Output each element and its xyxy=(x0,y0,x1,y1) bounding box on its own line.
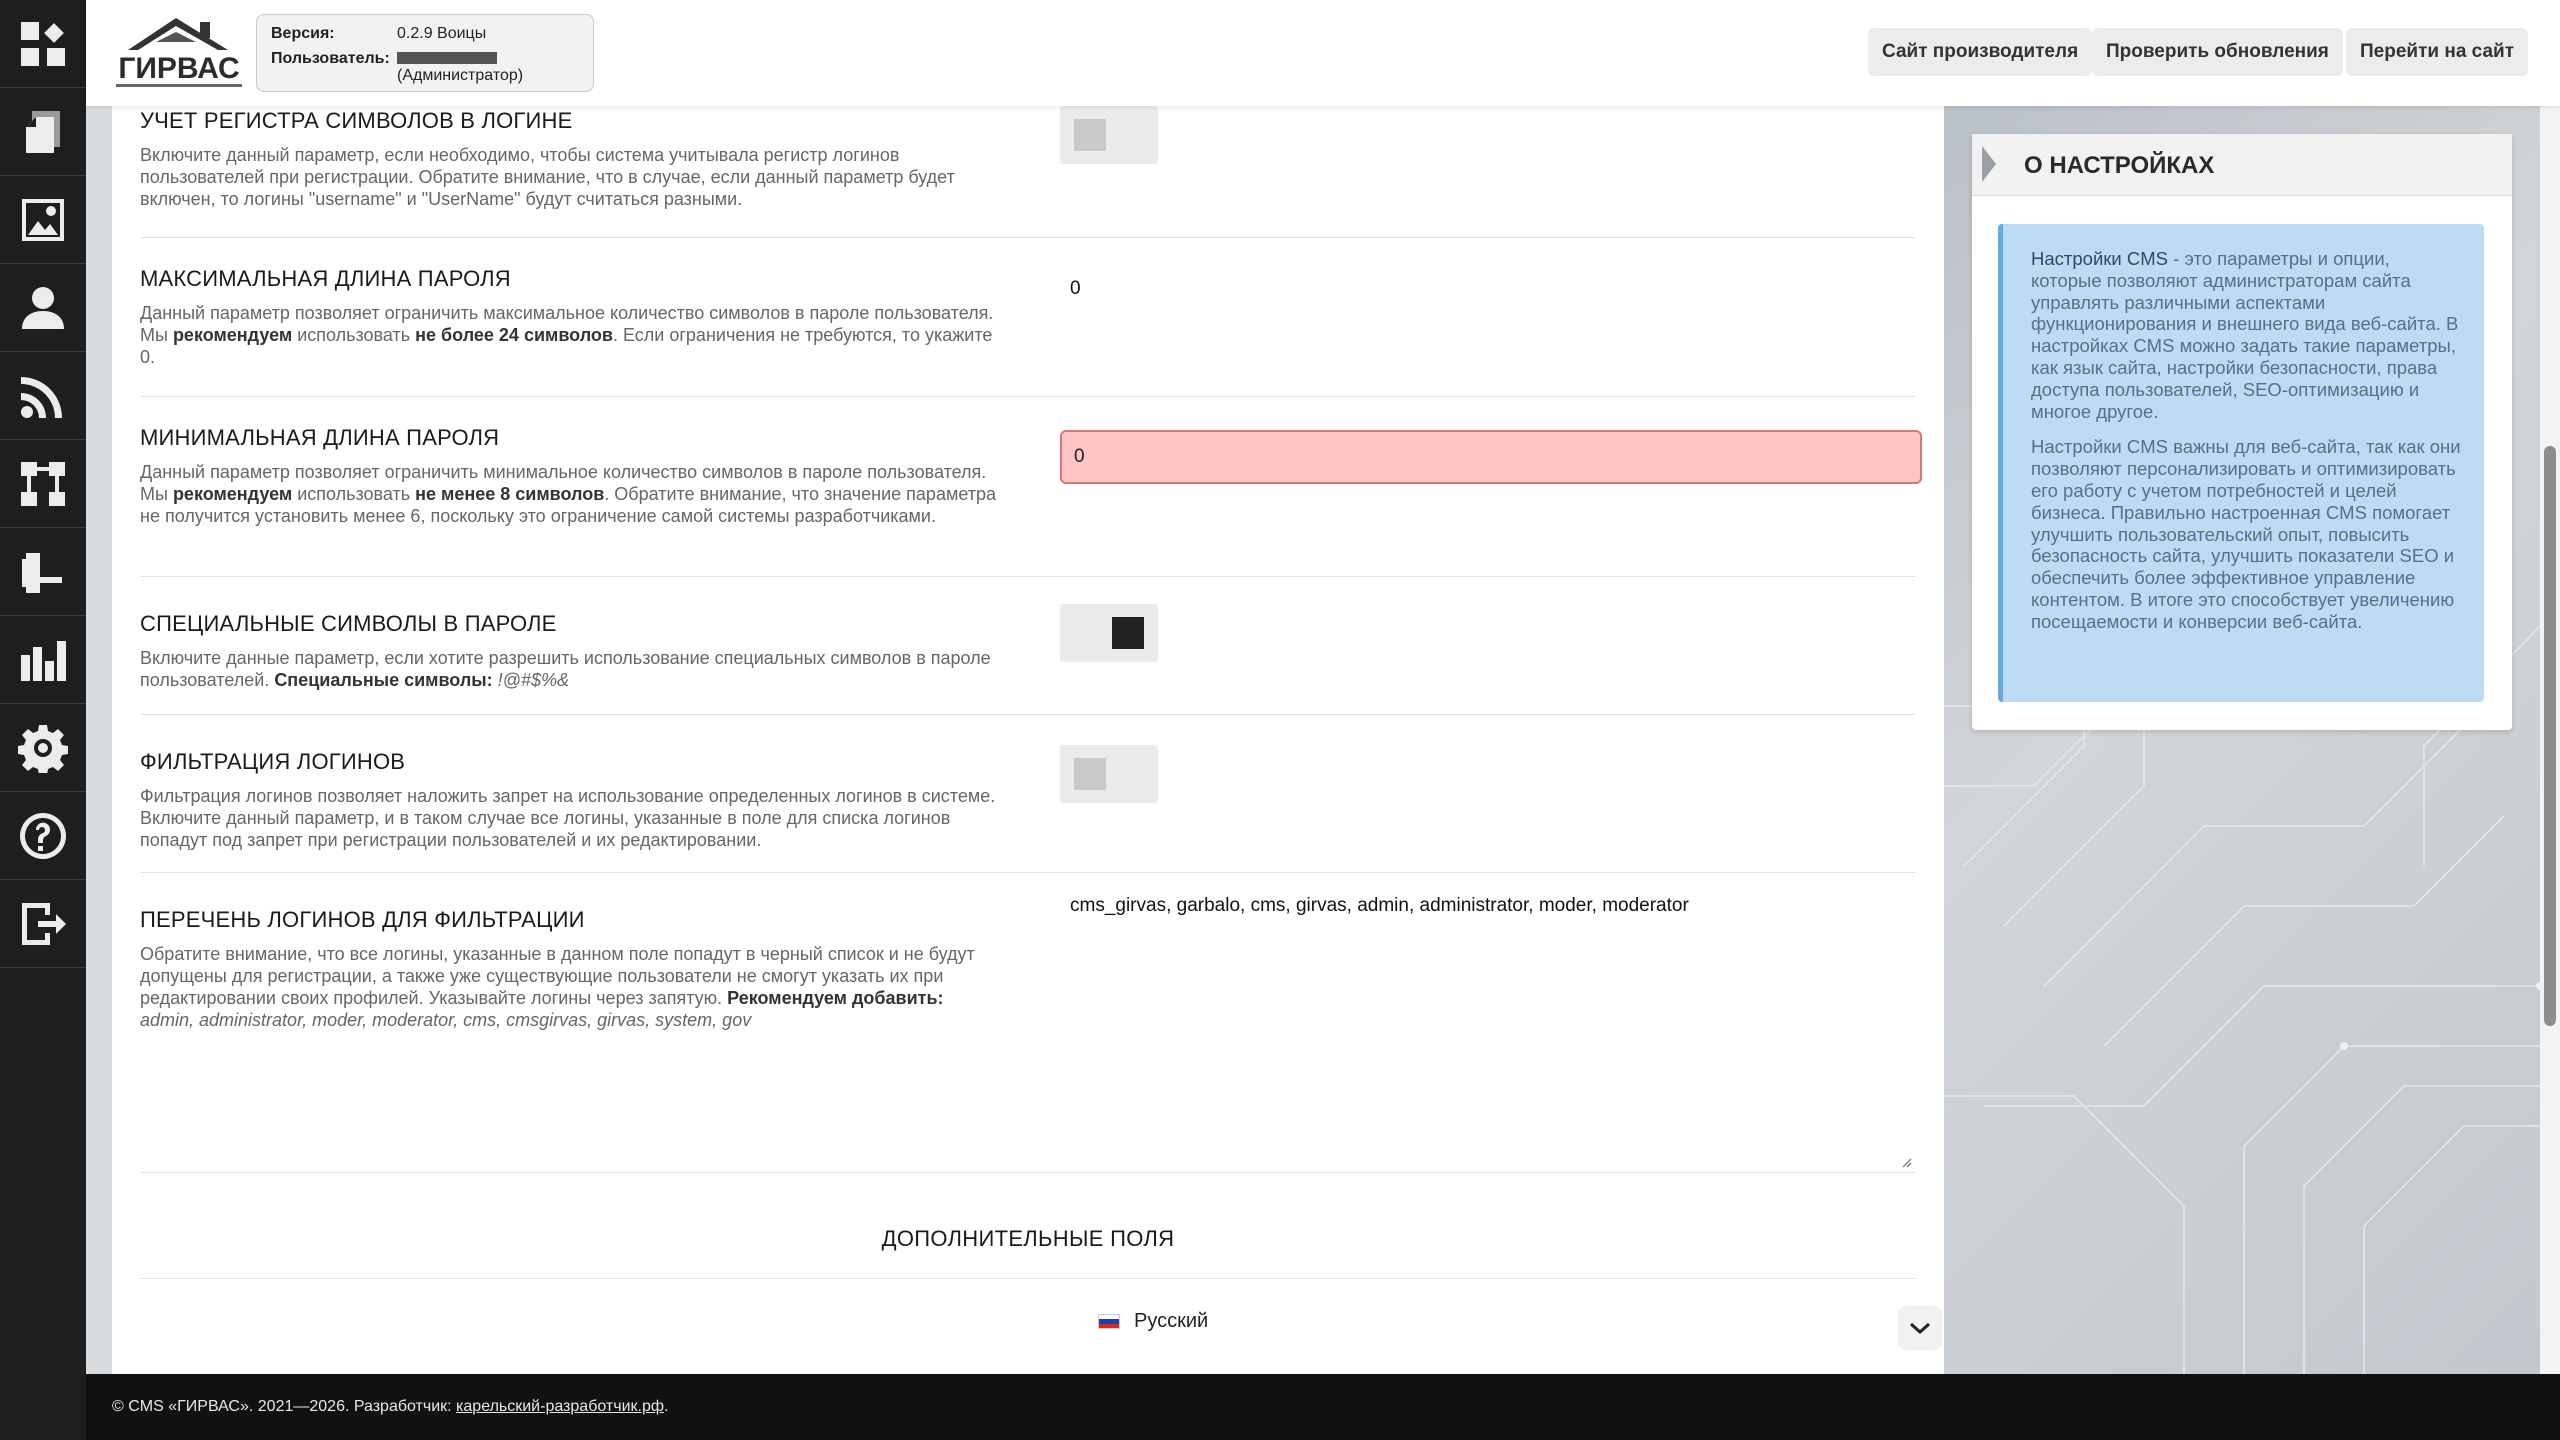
russia-flag-icon xyxy=(1098,1314,1120,1329)
gallery-icon xyxy=(22,198,64,241)
sidebar-item-structure[interactable] xyxy=(0,440,86,528)
vendor-site-button[interactable]: Сайт производителя xyxy=(1868,28,2093,76)
setting-title: МИНИМАЛЬНАЯ ДЛИНА ПАРОЛЯ xyxy=(140,425,500,450)
resize-grip-icon[interactable] xyxy=(1900,1156,1912,1168)
sidebar-item-statistics[interactable] xyxy=(0,616,86,704)
language-selector[interactable]: Русский xyxy=(140,1306,1942,1350)
card-notch-icon xyxy=(1982,146,1996,182)
info-box: Настройки CMS - это параметры и опции, к… xyxy=(1998,224,2484,702)
toggle-knob xyxy=(1074,758,1106,790)
structure-icon xyxy=(21,461,65,506)
chevron-down-icon xyxy=(1910,1322,1930,1335)
about-settings-card: О НАСТРОЙКАХ Настройки CMS - это парамет… xyxy=(1972,134,2512,730)
card-title: О НАСТРОЙКАХ xyxy=(2024,152,2215,179)
setting-title: УЧЕТ РЕГИСТРА СИМВОЛОВ В ЛОГИНЕ xyxy=(140,108,573,133)
setting-description: Фильтрация логинов позволяет наложить за… xyxy=(140,786,996,850)
sidebar-item-gallery[interactable] xyxy=(0,176,86,264)
user-role: (Администратор) xyxy=(397,67,524,84)
scrollbar-thumb[interactable] xyxy=(2544,446,2556,1026)
setting-title: ПЕРЕЧЕНЬ ЛОГИНОВ ДЛЯ ФИЛЬТРАЦИИ xyxy=(140,907,585,932)
modules-icon xyxy=(22,552,62,593)
setting-description: Включите данные параметр, если хотите ра… xyxy=(140,648,991,690)
sidebar-item-help[interactable] xyxy=(0,792,86,880)
toggle-knob xyxy=(1074,119,1106,151)
setting-description: Данный параметр позволяет ограничить мак… xyxy=(140,303,994,367)
setting-title: МАКСИМАЛЬНАЯ ДЛИНА ПАРОЛЯ xyxy=(140,266,511,291)
additional-fields-title: ДОПОЛНИТЕЛЬНЫЕ ПОЛЯ xyxy=(881,1226,1175,1251)
divider xyxy=(140,1278,1916,1279)
user-name-redacted xyxy=(397,49,497,67)
logo-text: ГИРВАС xyxy=(118,52,239,85)
language-expand-button[interactable] xyxy=(1898,1306,1942,1350)
pages-icon xyxy=(26,110,60,153)
login-filter-toggle[interactable] xyxy=(1060,745,1158,803)
setting-description: Включите данный параметр, если необходим… xyxy=(140,145,955,209)
sidebar-item-feed[interactable] xyxy=(0,352,86,440)
setting-login-filter: ФИЛЬТРАЦИЯ ЛОГИНОВ Фильтрация логинов по… xyxy=(140,715,1916,873)
sidebar-item-logout[interactable] xyxy=(0,880,86,968)
filter-list-textarea[interactable]: cms_girvas, garbalo, cms, girvas, admin,… xyxy=(1060,883,1922,1153)
setting-title: СПЕЦИАЛЬНЫЕ СИМВОЛЫ В ПАРОЛЕ xyxy=(140,611,557,636)
info-paragraph-1: Настройки CMS - это параметры и опции, к… xyxy=(2031,248,2459,422)
sidebar-item-modules[interactable] xyxy=(0,528,86,616)
page-scrollbar[interactable] xyxy=(2540,106,2560,1374)
setting-max-password: МАКСИМАЛЬНАЯ ДЛИНА ПАРОЛЯ Данный парамет… xyxy=(140,238,1916,397)
version-label: Версия: xyxy=(271,25,335,42)
check-updates-button[interactable]: Проверить обновления xyxy=(2092,28,2343,76)
toggle-knob xyxy=(1112,617,1144,649)
footer-text: © CMS «ГИРВАС». 2021—2026. Разработчик: … xyxy=(112,1398,669,1415)
top-header: ГИРВАС Версия: 0.2.9 Воицы Пользователь:… xyxy=(86,0,2560,106)
settings-icon xyxy=(18,724,68,773)
info-paragraph-2: Настройки CMS важны для веб-сайта, так к… xyxy=(2031,436,2461,632)
special-chars-toggle[interactable] xyxy=(1060,604,1158,662)
language-label: Русский xyxy=(1134,1310,1209,1332)
dashboard-icon xyxy=(21,21,65,66)
min-password-input[interactable] xyxy=(1060,430,1922,484)
version-value: 0.2.9 Воицы xyxy=(397,25,487,42)
feed-icon xyxy=(21,376,62,418)
setting-description: Обратите внимание, что все логины, указа… xyxy=(140,944,975,1030)
go-to-site-button[interactable]: Перейти на сайт xyxy=(2346,28,2529,76)
setting-min-password: МИНИМАЛЬНАЯ ДЛИНА ПАРОЛЯ Данный параметр… xyxy=(140,397,1922,577)
users-icon xyxy=(22,286,64,329)
max-password-input[interactable]: 0 xyxy=(1070,278,1081,300)
version-info-card: Версия: 0.2.9 Воицы Пользователь: (Админ… xyxy=(256,14,594,92)
sidebar xyxy=(0,0,86,1440)
sidebar-item-users[interactable] xyxy=(0,264,86,352)
setting-filter-list: ПЕРЕЧЕНЬ ЛОГИНОВ ДЛЯ ФИЛЬТРАЦИИ Обратите… xyxy=(140,873,1922,1173)
setting-title: ФИЛЬТРАЦИЯ ЛОГИНОВ xyxy=(140,749,406,774)
settings-panel: УЧЕТ РЕГИСТРА СИМВОЛОВ В ЛОГИНЕ Включите… xyxy=(112,106,1944,1374)
sidebar-item-dashboard[interactable] xyxy=(0,0,86,88)
login-case-toggle[interactable] xyxy=(1060,106,1158,164)
statistics-icon xyxy=(21,640,66,681)
girvas-logo[interactable]: ГИРВАС xyxy=(110,12,248,92)
setting-description: Данный параметр позволяет ограничить мин… xyxy=(140,462,997,526)
developer-link[interactable]: карельский-разработчик.рф xyxy=(456,1398,664,1415)
sidebar-item-pages[interactable] xyxy=(0,88,86,176)
sidebar-item-settings[interactable] xyxy=(0,704,86,792)
footer: © CMS «ГИРВАС». 2021—2026. Разработчик: … xyxy=(86,1374,2560,1440)
help-icon xyxy=(20,812,67,859)
setting-special-chars: СПЕЦИАЛЬНЫЕ СИМВОЛЫ В ПАРОЛЕ Включите да… xyxy=(140,577,1916,715)
setting-login-case: УЧЕТ РЕГИСТРА СИМВОЛОВ В ЛОГИНЕ Включите… xyxy=(140,106,1916,238)
logout-icon xyxy=(22,902,66,945)
card-header: О НАСТРОЙКАХ xyxy=(1972,134,2512,196)
user-label: Пользователь: xyxy=(271,50,390,67)
